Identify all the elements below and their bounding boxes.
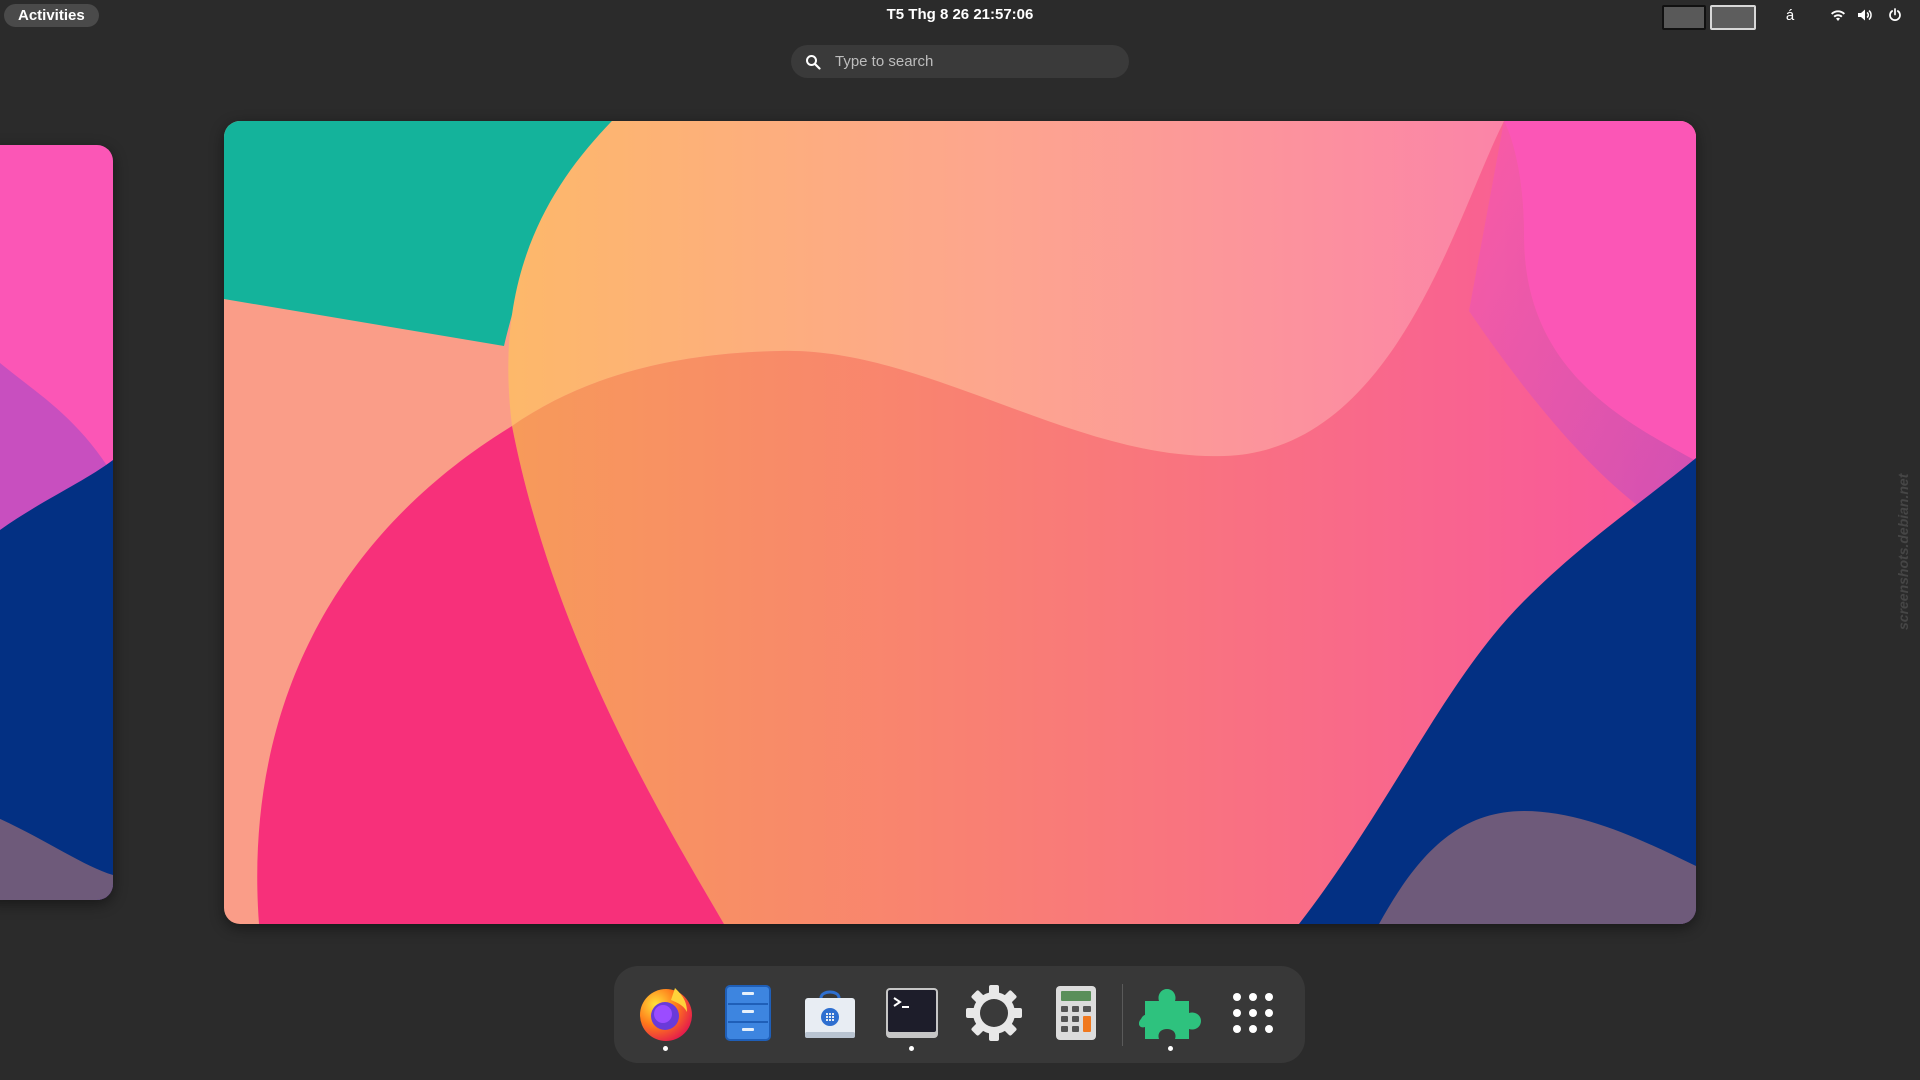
activities-button[interactable]: Activities bbox=[4, 4, 99, 27]
settings-icon bbox=[966, 985, 1022, 1041]
running-indicator bbox=[909, 1046, 914, 1051]
workspace-thumbnail-previous[interactable] bbox=[0, 145, 113, 900]
search-icon bbox=[806, 54, 821, 70]
keyboard-layout-label: á bbox=[1785, 6, 1795, 24]
dash-app-files[interactable] bbox=[713, 978, 783, 1048]
dash bbox=[614, 966, 1305, 1063]
dash-app-settings[interactable] bbox=[959, 978, 1029, 1048]
dash-app-extensions[interactable] bbox=[1136, 978, 1206, 1051]
workspace-indicator-1[interactable] bbox=[1662, 5, 1706, 30]
watermark: screenshots.debian.net bbox=[1895, 473, 1911, 630]
calculator-icon bbox=[1056, 986, 1096, 1040]
dash-app-software[interactable] bbox=[795, 978, 865, 1048]
keyboard-layout-indicator[interactable]: á bbox=[1778, 0, 1802, 30]
running-indicator bbox=[1168, 1046, 1173, 1051]
volume-icon[interactable] bbox=[1853, 0, 1877, 30]
dash-separator bbox=[1122, 984, 1123, 1046]
workspace-thumbnail-current[interactable] bbox=[224, 121, 1696, 924]
dash-app-firefox[interactable] bbox=[631, 978, 701, 1051]
extensions-icon bbox=[1139, 989, 1201, 1039]
running-indicator bbox=[663, 1046, 668, 1051]
clock: T5 Thg 8 26 21:57:06 bbox=[0, 0, 1920, 30]
dash-app-terminal[interactable] bbox=[877, 978, 947, 1051]
power-icon[interactable] bbox=[1883, 0, 1907, 30]
top-bar: Activities T5 Thg 8 26 21:57:06 á bbox=[0, 0, 1920, 30]
wifi-icon[interactable] bbox=[1826, 0, 1850, 30]
wallpaper bbox=[224, 121, 1696, 924]
clock-label[interactable]: T5 Thg 8 26 21:57:06 bbox=[887, 6, 1034, 23]
show-applications-button[interactable] bbox=[1218, 978, 1288, 1048]
terminal-icon bbox=[886, 988, 938, 1038]
app-grid-icon bbox=[1233, 993, 1273, 1033]
search-input[interactable] bbox=[833, 52, 1097, 71]
software-icon bbox=[805, 990, 855, 1038]
firefox-icon bbox=[640, 988, 692, 1041]
workspace-indicator-2[interactable] bbox=[1710, 5, 1756, 30]
files-icon bbox=[725, 985, 771, 1041]
dash-app-calculator[interactable] bbox=[1041, 978, 1111, 1048]
search-bar[interactable] bbox=[791, 45, 1129, 78]
